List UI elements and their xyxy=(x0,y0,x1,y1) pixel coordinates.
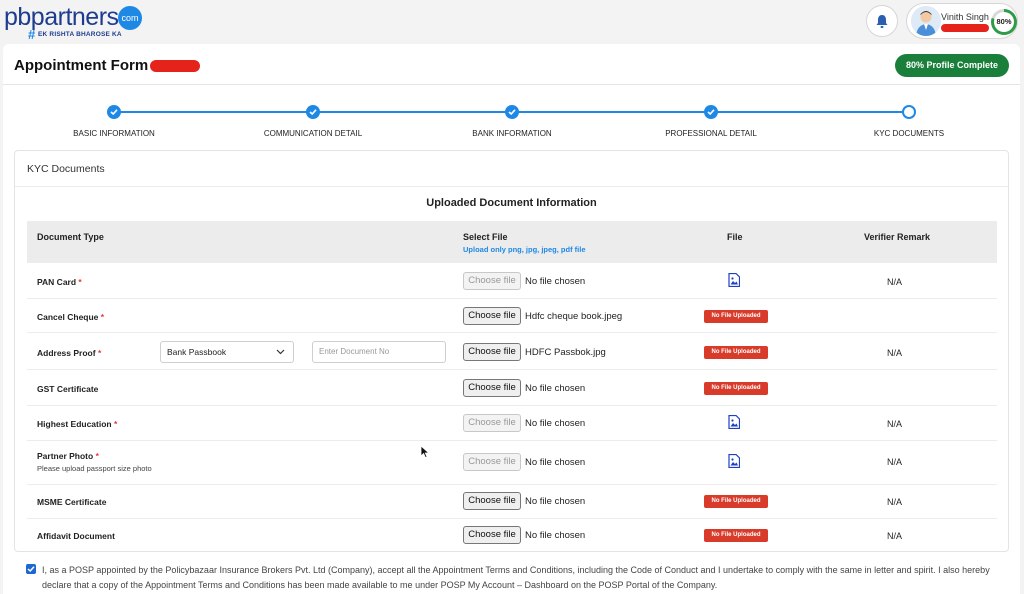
kyc-documents-panel: KYC Documents Uploaded Document Informat… xyxy=(14,150,1009,552)
choose-file-button[interactable]: Choose file xyxy=(463,343,521,361)
step-bank-information[interactable] xyxy=(505,105,519,119)
panel-title: KYC Documents xyxy=(27,163,105,175)
step-label: PROFESSIONAL DETAIL xyxy=(665,129,757,138)
table-row: Address Proof * Bank Passbook Enter Docu… xyxy=(27,333,997,370)
document-type: GST Certificate xyxy=(37,384,99,394)
divider xyxy=(15,186,1008,187)
choose-file-button[interactable]: Choose file xyxy=(463,272,521,290)
choose-file-button[interactable]: Choose file xyxy=(463,307,521,325)
appointment-form-card: Appointment Form 80% Profile Complete BA… xyxy=(3,44,1020,594)
choose-file-button[interactable]: Choose file xyxy=(463,526,521,544)
file-type-hint: Upload only png, jpg, jpeg, pdf file xyxy=(463,245,586,254)
verifier-remark: N/A xyxy=(887,348,903,358)
verifier-remark: N/A xyxy=(887,457,903,467)
bell-icon xyxy=(876,14,888,28)
pbpartners-logo[interactable]: pbpartners com # EK RISHTA BHAROSE KA xyxy=(4,3,142,42)
document-hint: Please upload passport size photo xyxy=(37,464,152,473)
choose-file-button[interactable]: Choose file xyxy=(463,414,521,432)
check-icon xyxy=(110,109,118,116)
document-type: Partner Photo * xyxy=(37,451,99,461)
page-title: Appointment Form xyxy=(14,57,149,74)
choose-file-button[interactable]: Choose file xyxy=(463,379,521,397)
verifier-remark: N/A xyxy=(887,497,903,507)
mouse-cursor-icon xyxy=(420,445,430,459)
user-menu[interactable]: Vinith Singh 80% xyxy=(906,3,1018,39)
no-file-uploaded-badge: No File Uploaded xyxy=(704,310,768,323)
no-file-uploaded-badge: No File Uploaded xyxy=(704,346,768,359)
document-type: Cancel Cheque * xyxy=(37,312,105,322)
verifier-remark: N/A xyxy=(887,419,903,429)
step-label: KYC DOCUMENTS xyxy=(873,129,945,138)
table-row: GST Certificate Choose file No file chos… xyxy=(27,370,997,406)
file-name: No file chosen xyxy=(525,276,586,287)
document-type: PAN Card * xyxy=(37,277,82,287)
image-file-icon[interactable] xyxy=(728,415,740,429)
step-label: COMMUNICATION DETAIL xyxy=(263,129,363,138)
table-row: Highest Education * Choose file No file … xyxy=(27,406,997,441)
step-kyc-documents[interactable] xyxy=(902,105,916,119)
logo-tagline: EK RISHTA BHAROSE KA xyxy=(38,31,122,38)
no-file-uploaded-badge: No File Uploaded xyxy=(704,382,768,395)
table-row: Affidavit Document Choose file No file c… xyxy=(27,519,997,552)
hash-icon: # xyxy=(28,27,36,42)
address-proof-select[interactable]: Bank Passbook xyxy=(160,341,294,363)
column-header-file: File xyxy=(727,232,743,242)
check-icon xyxy=(309,109,317,116)
document-type: Address Proof * xyxy=(37,348,102,358)
top-bar: pbpartners com # EK RISHTA BHAROSE KA Vi… xyxy=(0,0,1024,44)
no-file-uploaded-badge: No File Uploaded xyxy=(704,495,768,508)
step-professional-detail[interactable] xyxy=(704,105,718,119)
choose-file-button[interactable]: Choose file xyxy=(463,453,521,471)
document-type: Highest Education * xyxy=(37,419,118,429)
profile-complete-button[interactable]: 80% Profile Complete xyxy=(895,54,1009,77)
file-name: No file chosen xyxy=(525,383,586,394)
table-row: PAN Card * Choose file No file chosen N/… xyxy=(27,263,997,299)
declaration-checkbox[interactable] xyxy=(26,564,36,574)
image-file-icon[interactable] xyxy=(728,273,740,287)
image-file-icon[interactable] xyxy=(728,454,740,468)
avatar xyxy=(911,6,941,36)
choose-file-button[interactable]: Choose file xyxy=(463,492,521,510)
redacted-text xyxy=(941,24,989,32)
chevron-down-icon xyxy=(276,342,285,369)
column-header-document-type: Document Type xyxy=(37,232,104,242)
logo-text: pbpartners xyxy=(4,3,119,31)
column-header-select-file: Select File xyxy=(463,232,508,242)
table-row: MSME Certificate Choose file No file cho… xyxy=(27,485,997,519)
column-header-verifier-remark: Verifier Remark xyxy=(864,232,931,242)
profile-percent: 80% xyxy=(994,12,1014,32)
file-name: No file chosen xyxy=(525,418,586,429)
redacted-text xyxy=(150,60,200,72)
step-label: BANK INFORMATION xyxy=(472,129,552,138)
file-name: Hdfc cheque book.jpeg xyxy=(525,311,623,322)
file-name: No file chosen xyxy=(525,496,586,507)
step-basic-information[interactable] xyxy=(107,105,121,119)
document-type: Affidavit Document xyxy=(37,531,115,541)
file-name: No file chosen xyxy=(525,457,586,468)
verifier-remark: N/A xyxy=(887,531,903,541)
logo-com-badge: com xyxy=(118,6,142,30)
file-name: HDFC Passbok.jpg xyxy=(525,347,606,358)
check-icon xyxy=(27,566,35,573)
divider xyxy=(3,84,1020,85)
table-header: Document Type Select File Upload only pn… xyxy=(27,221,997,263)
selected-option: Bank Passbook xyxy=(167,347,227,357)
profile-progress-ring: 80% xyxy=(991,9,1017,35)
declaration-text: I, as a POSP appointed by the Policybaza… xyxy=(42,565,990,590)
section-title: Uploaded Document Information xyxy=(426,197,597,209)
notification-bell-button[interactable] xyxy=(866,5,898,37)
check-icon xyxy=(508,109,516,116)
step-communication-detail[interactable] xyxy=(306,105,320,119)
no-file-uploaded-badge: No File Uploaded xyxy=(704,529,768,542)
document-type: MSME Certificate xyxy=(37,497,107,507)
step-label: BASIC INFORMATION xyxy=(73,129,155,138)
document-number-input[interactable]: Enter Document No xyxy=(312,341,446,363)
table-row: Partner Photo * Please upload passport s… xyxy=(27,441,997,485)
verifier-remark: N/A xyxy=(887,277,903,287)
user-name: Vinith Singh xyxy=(941,12,989,22)
table-row: Cancel Cheque * Choose file Hdfc cheque … xyxy=(27,299,997,333)
file-name: No file chosen xyxy=(525,530,586,541)
check-icon xyxy=(707,109,715,116)
